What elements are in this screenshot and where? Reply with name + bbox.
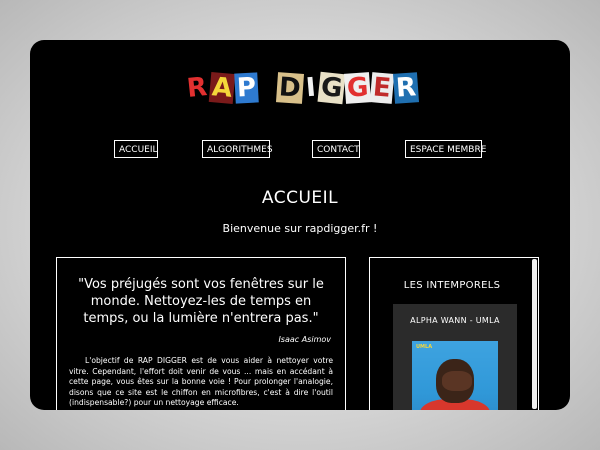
page-title: ACCUEIL bbox=[261, 188, 339, 208]
quote-panel: "Vos préjugés sont vos fenêtres sur le m… bbox=[56, 257, 346, 410]
logo-letter: A bbox=[208, 72, 236, 104]
logo-letter: R bbox=[392, 72, 420, 104]
logo-word-rap: R A P bbox=[185, 72, 259, 104]
quote-author: Isaac Asimov bbox=[278, 335, 331, 344]
nav-item-accueil[interactable]: ACCUEIL bbox=[114, 140, 158, 158]
logo-letter: P bbox=[234, 72, 259, 104]
logo-letter: I bbox=[304, 72, 317, 104]
album-card[interactable]: ALPHA WANN - UMLA UMLA bbox=[393, 304, 517, 410]
welcome-text: Bienvenue sur rapdigger.fr ! bbox=[222, 222, 378, 235]
album-cover-image[interactable]: UMLA bbox=[412, 341, 498, 410]
nav-item-contact[interactable]: CONTACT bbox=[312, 140, 360, 158]
quote-text: "Vos préjugés sont vos fenêtres sur le m… bbox=[78, 277, 324, 326]
cover-label: UMLA bbox=[416, 344, 433, 350]
logo-letter: R bbox=[185, 72, 209, 104]
intro-paragraph: L'objectif de RAP DIGGER est de vous aid… bbox=[69, 356, 333, 407]
panel-title: LES INTEMPORELS bbox=[403, 280, 501, 291]
logo-word-digger: D I G G E R bbox=[276, 71, 420, 105]
logo-letter: G bbox=[317, 71, 346, 105]
site-logo[interactable]: R A P D I G G E R bbox=[185, 66, 420, 110]
nav-item-espace-membre[interactable]: ESPACE MEMBRE bbox=[405, 140, 486, 158]
timeless-panel: LES INTEMPORELS ALPHA WANN - UMLA UMLA bbox=[369, 257, 539, 410]
logo-letter: E bbox=[369, 72, 395, 104]
logo-letter: D bbox=[276, 72, 304, 104]
album-title: ALPHA WANN - UMLA bbox=[410, 316, 500, 325]
nav-item-algorithmes[interactable]: ALGORITHMES bbox=[202, 140, 273, 158]
main-nav: ACCUEIL ALGORITHMES CONTACT ESPACE MEMBR… bbox=[30, 140, 570, 162]
cover-figure-hand bbox=[442, 371, 472, 391]
logo-letter: G bbox=[343, 72, 372, 104]
browser-viewport: R A P D I G G E R ACCUEIL ALGORITHMES CO… bbox=[30, 40, 570, 410]
